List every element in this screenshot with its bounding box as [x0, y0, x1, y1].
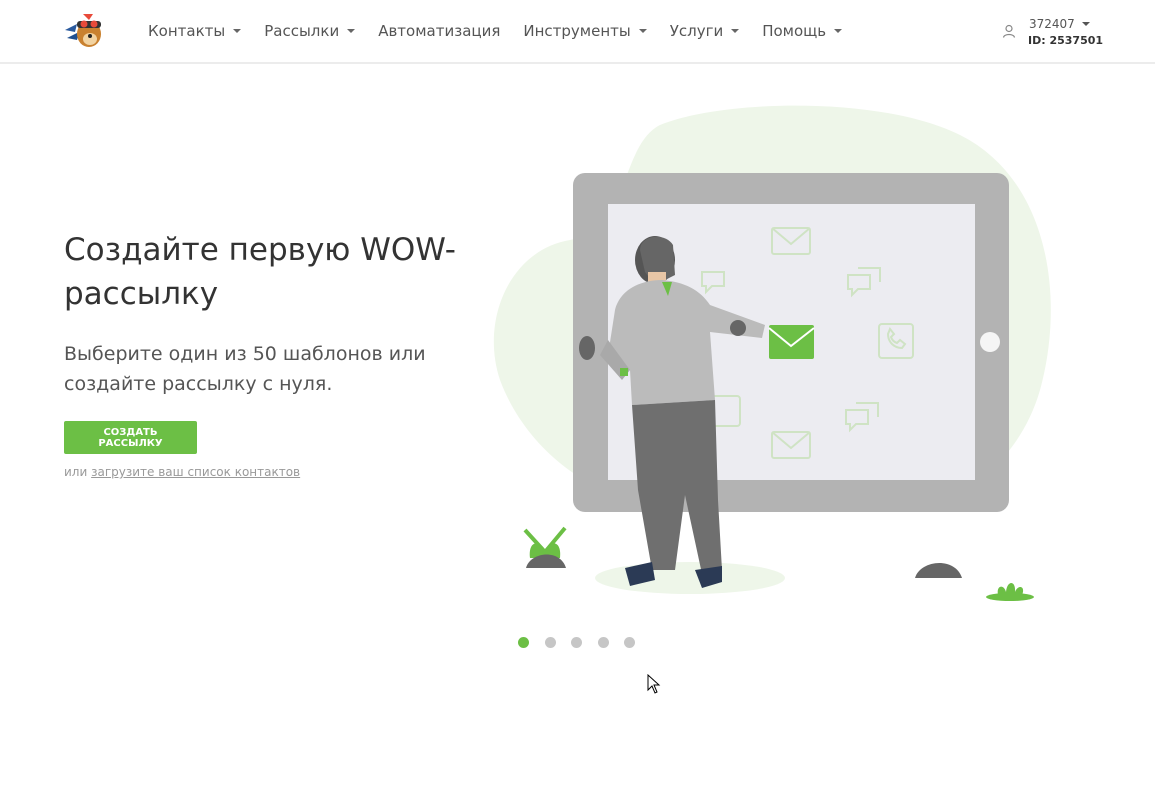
- carousel-dot[interactable]: [571, 637, 582, 648]
- user-id: ID: 2537501: [1028, 34, 1104, 47]
- carousel-dots: [518, 637, 651, 648]
- nav-contacts-label: Контакты: [148, 22, 226, 40]
- hero-subtitle: Выберите один из 50 шаблонов или создайт…: [64, 343, 426, 395]
- nav-campaigns[interactable]: Рассылки: [264, 22, 356, 40]
- upload-contacts-link[interactable]: загрузите ваш список контактов: [91, 465, 300, 479]
- hero-illustration: [493, 105, 1051, 601]
- nav-campaigns-label: Рассылки: [264, 22, 340, 40]
- hero-title: Создайте первую WOW-рассылку: [64, 232, 456, 312]
- user-name: 372407: [1029, 17, 1075, 31]
- nav-services-label: Услуги: [669, 22, 724, 40]
- nav-tools[interactable]: Инструменты: [523, 22, 647, 40]
- chevron-down-icon: [731, 29, 740, 33]
- chevron-down-icon: [638, 29, 647, 33]
- carousel-dot[interactable]: [544, 637, 556, 648]
- chevron-down-icon: [834, 29, 843, 33]
- upload-contacts-hint: или загрузите ваш список контактов: [64, 465, 300, 479]
- main-nav: Контакты Рассылки Автоматизация Инструме…: [148, 0, 865, 62]
- chevron-down-icon: [1082, 22, 1090, 26]
- mouse-pointer-icon: [647, 674, 661, 694]
- carousel-dot[interactable]: [518, 637, 529, 648]
- upload-contacts-prefix: или: [64, 465, 88, 479]
- chevron-down-icon: [347, 29, 356, 33]
- logo-icon[interactable]: [63, 12, 105, 50]
- nav-automation-label: Автоматизация: [378, 22, 501, 40]
- top-navbar: Контакты Рассылки Автоматизация Инструме…: [0, 0, 1155, 64]
- user-icon: [1002, 24, 1016, 38]
- nav-services[interactable]: Услуги: [669, 22, 740, 40]
- nav-tools-label: Инструменты: [523, 22, 631, 40]
- carousel-dot[interactable]: [597, 637, 609, 648]
- chevron-down-icon: [233, 29, 242, 33]
- nav-automation[interactable]: Автоматизация: [378, 22, 500, 40]
- nav-help-label: Помощь: [762, 22, 827, 40]
- nav-contacts[interactable]: Контакты: [148, 22, 242, 40]
- nav-help[interactable]: Помощь: [762, 22, 843, 40]
- carousel-dot[interactable]: [624, 637, 635, 648]
- create-campaign-button[interactable]: Создать рассылку: [64, 421, 197, 454]
